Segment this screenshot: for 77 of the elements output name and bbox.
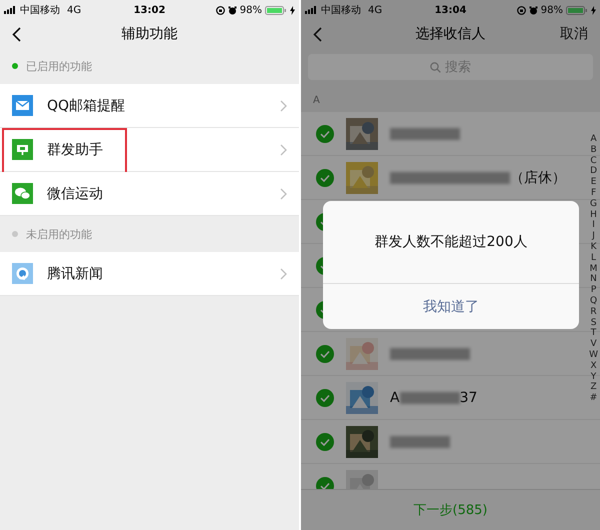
rotation-lock-icon [216, 6, 225, 14]
index-letter[interactable]: K [590, 242, 596, 253]
index-letter[interactable]: P [590, 285, 596, 296]
feature-item[interactable]: 腾讯新闻 [0, 252, 299, 296]
contact-name: A [390, 390, 400, 406]
cancel-link[interactable]: 取消 [560, 25, 588, 43]
index-letter[interactable]: E [590, 177, 596, 188]
screen-icon [12, 139, 33, 160]
charging-icon [290, 6, 295, 14]
index-letter[interactable]: F [590, 188, 596, 199]
chevron-icon [280, 188, 287, 200]
search-icon [430, 62, 441, 72]
status-time: 13:02 [134, 4, 166, 16]
index-letter[interactable]: Q [590, 296, 598, 307]
index-header: A [313, 94, 320, 106]
index-letter[interactable]: J [592, 231, 595, 242]
check-icon[interactable] [316, 124, 334, 142]
index-letter[interactable]: G [590, 198, 598, 210]
contact-name: （店休） [510, 168, 566, 186]
back-icon[interactable] [313, 26, 322, 42]
index-letter[interactable]: # [590, 393, 598, 404]
index-letter[interactable]: T [590, 328, 596, 340]
redaction-mark [390, 436, 450, 448]
network-label: 4G [67, 4, 82, 16]
charging-icon [591, 6, 596, 14]
feature-item[interactable]: QQ邮箱提醒 [0, 84, 299, 128]
index-letter[interactable]: D [590, 166, 598, 178]
index-letter[interactable]: C [590, 156, 597, 166]
section-header: 已启用的功能 [26, 58, 92, 74]
index-letter[interactable]: I [592, 220, 595, 232]
check-icon[interactable] [316, 168, 334, 186]
status-time: 13:04 [434, 4, 466, 16]
rotation-lock-icon [516, 6, 526, 14]
check-icon[interactable] [316, 388, 334, 406]
index-letter[interactable]: X [590, 360, 597, 372]
chevron-icon [280, 268, 287, 280]
signal-icon [4, 6, 17, 14]
check-icon[interactable] [316, 344, 334, 362]
chat-bubbles-icon [12, 183, 33, 204]
index-letter[interactable]: Z [590, 382, 597, 394]
carrier-label: 中国移动 [321, 4, 361, 17]
index-letter[interactable]: M [590, 264, 598, 274]
feature-item[interactable]: 微信运动 [0, 172, 299, 216]
confirm-button[interactable]: 我知道了 [323, 284, 579, 329]
battery-icon [566, 6, 588, 14]
chevron-icon [280, 144, 287, 156]
dialog-message: 群发人数不能超过200人 [374, 233, 528, 251]
section-header: 未启用的功能 [26, 226, 92, 242]
index-letter[interactable]: S [590, 318, 596, 328]
index-letter[interactable]: B [590, 144, 597, 156]
envelope-icon [12, 95, 33, 116]
index-letter[interactable]: H [590, 210, 597, 220]
index-letter[interactable]: Y [590, 372, 596, 382]
redaction-mark [400, 392, 460, 404]
network-label: 4G [368, 4, 382, 16]
alarm-icon [228, 6, 237, 14]
index-letter[interactable]: L [591, 252, 596, 264]
signal-icon [305, 6, 318, 14]
index-letter[interactable]: A [590, 134, 597, 145]
chevron-icon [280, 100, 287, 112]
battery-percent: 98% [540, 4, 563, 16]
page-title: 辅助功能 [122, 25, 178, 43]
index-letter[interactable]: W [589, 350, 598, 361]
index-letter[interactable]: V [590, 339, 597, 350]
index-letter[interactable]: N [590, 274, 597, 286]
alarm-icon [528, 6, 538, 14]
page-title: 选择收信人 [416, 25, 486, 43]
redaction-mark [390, 128, 460, 140]
index-letter[interactable]: R [590, 306, 597, 318]
battery-icon [265, 6, 287, 14]
feature-item[interactable]: 群发助手 [0, 128, 299, 172]
check-icon[interactable] [316, 432, 334, 450]
battery-percent: 98% [240, 4, 262, 16]
carrier-label: 中国移动 [20, 4, 60, 17]
news-icon [12, 263, 33, 284]
back-icon[interactable] [12, 26, 21, 42]
contact-name: 37 [460, 390, 478, 406]
